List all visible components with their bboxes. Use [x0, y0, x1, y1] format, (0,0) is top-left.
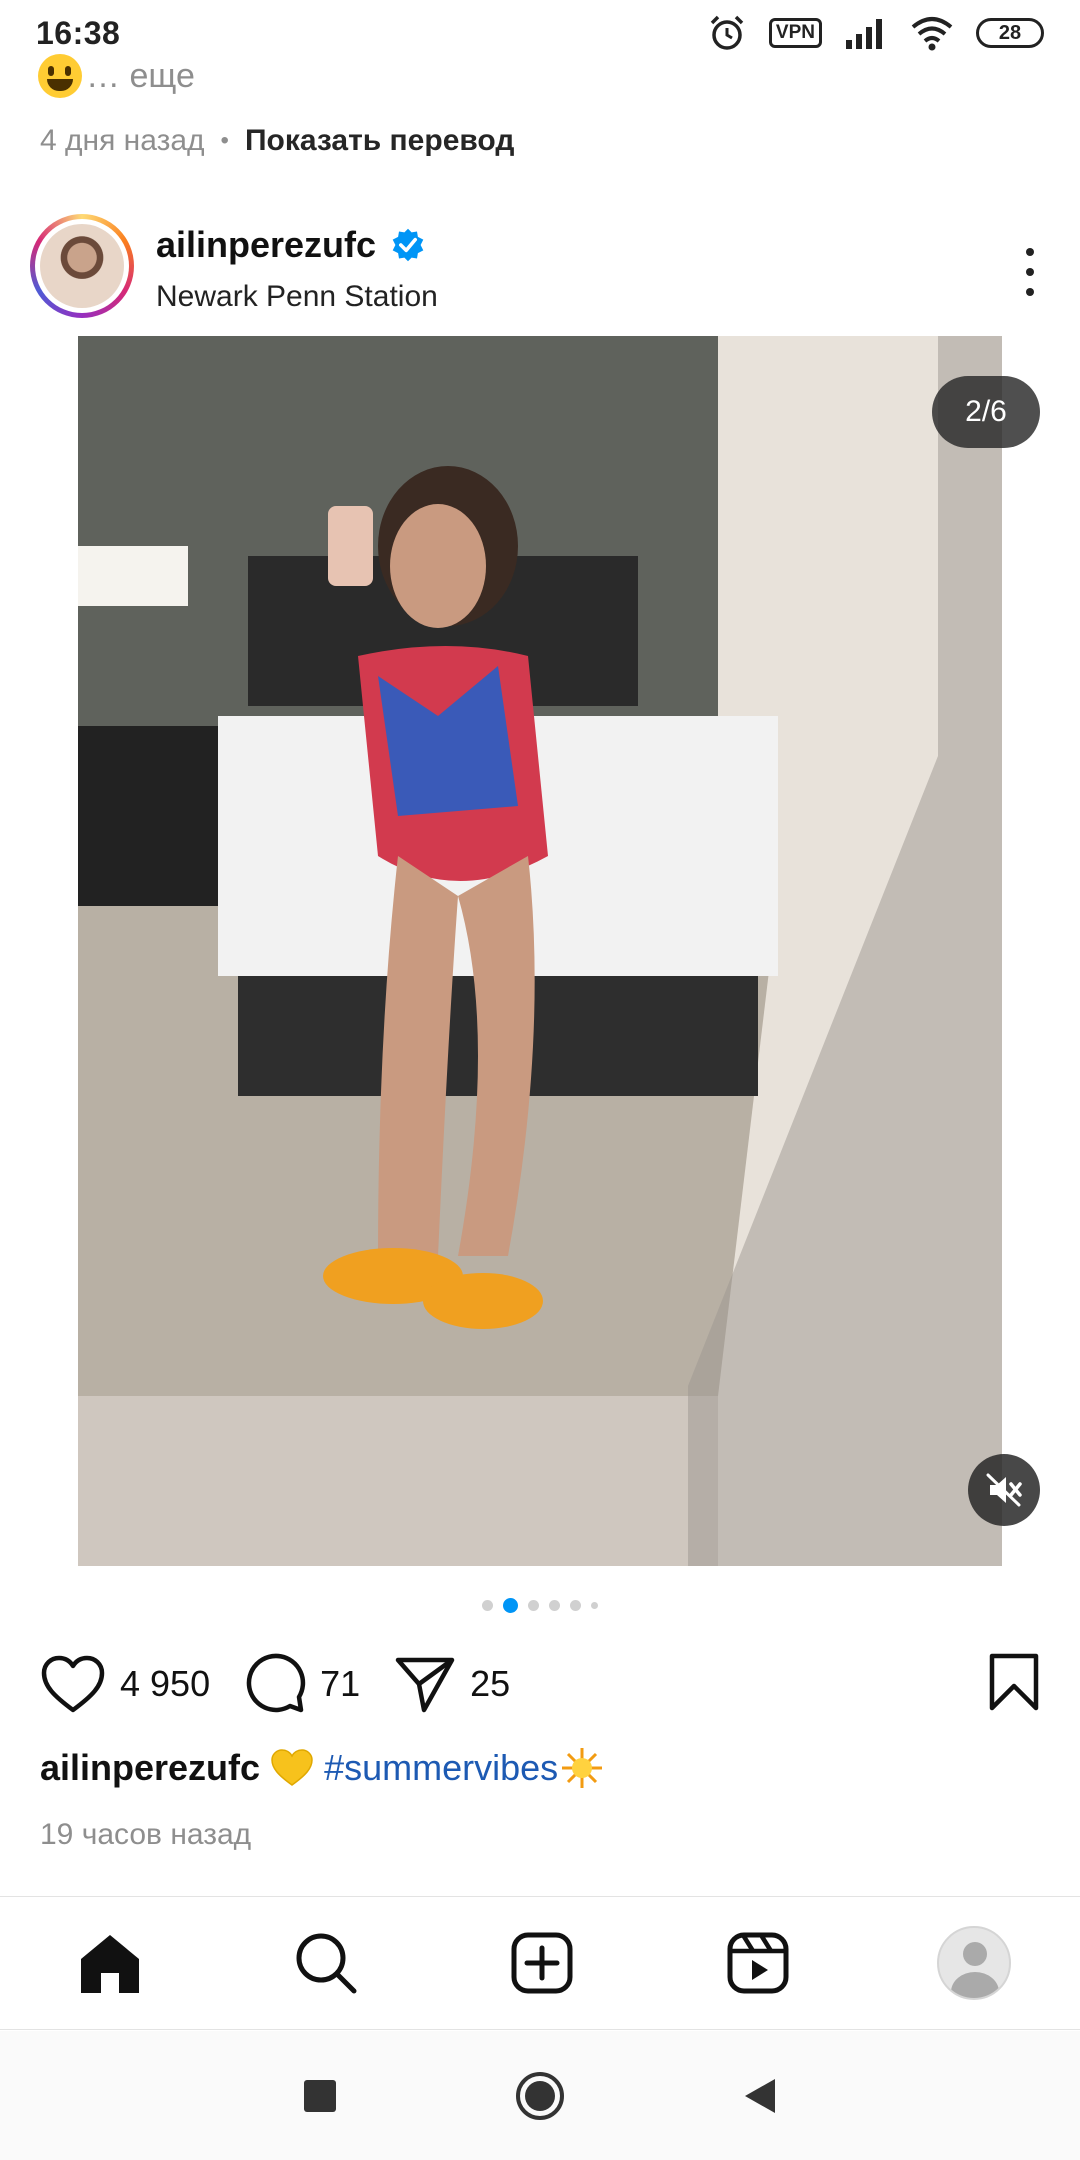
comment-button[interactable]: 71	[244, 1653, 360, 1715]
save-button[interactable]	[988, 1652, 1040, 1717]
post-actions: 4 950 71 25	[40, 1648, 1040, 1720]
previous-post-meta: 4 дня назад • Показать перевод	[40, 124, 514, 158]
dot-icon	[1026, 288, 1034, 296]
alarm-icon	[710, 15, 744, 50]
like-button[interactable]: 4 950	[40, 1654, 210, 1714]
caption-hashtag[interactable]: #summervibes	[324, 1747, 558, 1789]
username-text[interactable]: ailinperezufc	[156, 224, 376, 266]
dot-icon	[1026, 268, 1034, 276]
circle-icon	[516, 2071, 564, 2120]
recent-apps-button[interactable]	[290, 2066, 350, 2126]
wifi-icon	[911, 17, 953, 51]
share-button[interactable]: 25	[394, 1654, 510, 1714]
carousel-dot-active	[503, 1598, 518, 1613]
nav-home[interactable]	[72, 1925, 148, 2001]
reels-icon	[727, 1932, 789, 1994]
yellow-heart-emoji	[271, 1749, 313, 1786]
post-caption: ailinperezufc #summervibes	[40, 1746, 604, 1790]
nav-profile[interactable]	[936, 1925, 1012, 2001]
nav-reels[interactable]	[720, 1925, 796, 2001]
story-avatar[interactable]	[30, 214, 134, 318]
previous-post-time: 4 дня назад	[40, 124, 205, 157]
post-username[interactable]: ailinperezufc	[156, 224, 426, 266]
signal-icon	[846, 19, 882, 49]
system-navigation	[0, 2031, 1080, 2160]
caption-username[interactable]: ailinperezufc	[40, 1747, 260, 1789]
back-triangle-icon	[745, 2078, 775, 2113]
bookmark-icon	[989, 1653, 1039, 1710]
heart-icon	[41, 1655, 105, 1713]
carousel-indicator	[0, 1598, 1080, 1613]
carousel-dot	[591, 1602, 598, 1609]
profile-avatar[interactable]	[937, 1926, 1011, 2000]
back-button[interactable]	[730, 2066, 790, 2126]
bottom-navigation	[0, 1896, 1080, 2030]
post-time: 19 часов назад	[40, 1818, 252, 1851]
separator-dot: •	[220, 127, 229, 154]
mute-button[interactable]	[968, 1454, 1040, 1526]
post-location[interactable]: Newark Penn Station	[156, 280, 438, 314]
comment-count[interactable]: 71	[320, 1663, 360, 1705]
like-count[interactable]: 4 950	[120, 1663, 210, 1705]
status-time: 16:38	[36, 14, 121, 51]
carousel-dot	[549, 1600, 560, 1611]
more-options-button[interactable]	[1010, 244, 1050, 300]
carousel-dot	[528, 1600, 539, 1611]
mute-icon	[986, 1473, 1022, 1507]
status-icons: VPN 28	[707, 13, 1044, 53]
dot-icon	[1026, 248, 1034, 256]
comment-icon	[246, 1653, 306, 1713]
share-icon	[395, 1657, 455, 1713]
post-photo	[78, 336, 1002, 1566]
create-icon	[511, 1932, 573, 1994]
avatar-inner	[35, 219, 129, 313]
battery-indicator: 28	[976, 18, 1044, 48]
search-icon	[296, 1933, 357, 1994]
home-icon	[81, 1935, 139, 1993]
sun-emoji	[562, 1748, 603, 1788]
carousel-dot	[482, 1600, 493, 1611]
show-translation-link[interactable]: Показать перевод	[245, 124, 514, 158]
verified-badge-icon	[392, 228, 424, 262]
post-header: ailinperezufc Newark Penn Station	[30, 214, 1060, 326]
carousel-dot	[570, 1600, 581, 1611]
nav-create[interactable]	[504, 1925, 580, 2001]
nav-search[interactable]	[288, 1925, 364, 2001]
post-media[interactable]	[78, 336, 1002, 1566]
smiley-emoji	[38, 54, 82, 98]
carousel-counter: 2/6	[932, 376, 1040, 448]
share-count[interactable]: 25	[470, 1663, 510, 1705]
home-system-button[interactable]	[510, 2066, 570, 2126]
more-link[interactable]: … еще	[86, 57, 195, 96]
previous-post-more[interactable]: … еще	[38, 54, 195, 98]
square-icon	[304, 2079, 336, 2112]
vpn-badge: VPN	[768, 18, 822, 48]
avatar-photo	[40, 224, 124, 308]
